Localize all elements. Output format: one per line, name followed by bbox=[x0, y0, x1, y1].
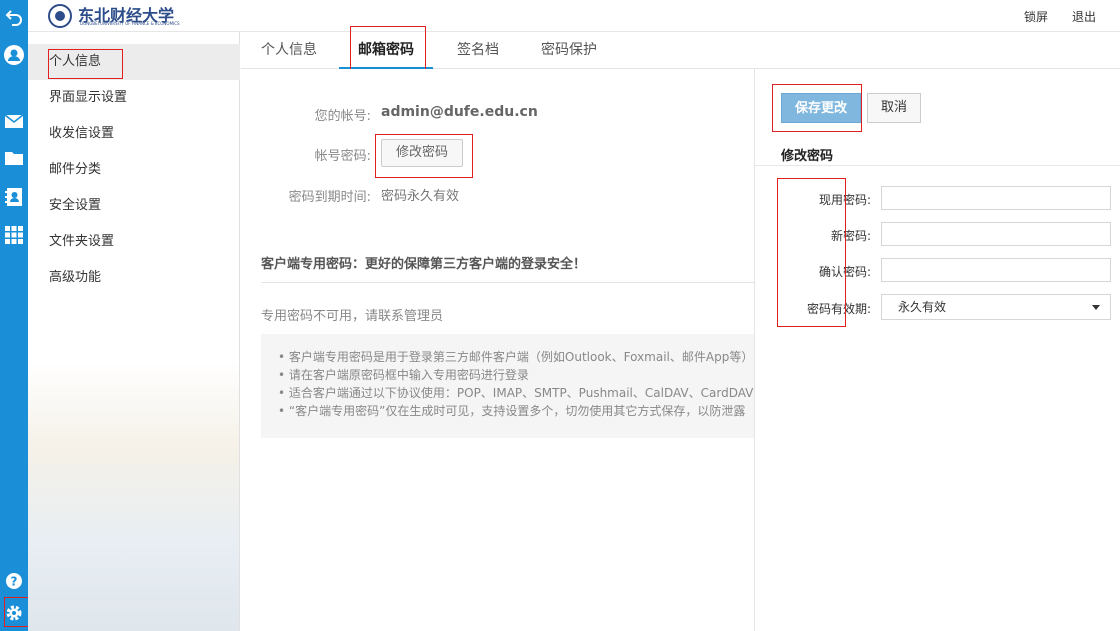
expiry-label: 密码到期时间: bbox=[288, 190, 371, 205]
validity-select[interactable]: 永久有效 bbox=[881, 294, 1111, 320]
left-rail: ? bbox=[0, 0, 28, 631]
tip-item: • 请在客户端原密码框中输入专用密码进行登录 bbox=[278, 368, 529, 382]
nav-item-folder-settings[interactable]: 文件夹设置 bbox=[28, 224, 240, 260]
panel-title: 修改密码 bbox=[781, 149, 834, 164]
expiry-value: 密码永久有效 bbox=[381, 189, 460, 204]
change-password-panel: 保存更改 取消 修改密码 现用密码: 新密码: 确认密码: 密码有效期: 永久有… bbox=[754, 69, 1120, 631]
nav-item-send-receive-settings[interactable]: 收发信设置 bbox=[28, 116, 240, 152]
password-content: 您的帐号: admin@dufe.edu.cn 帐号密码: 修改密码 密码到期时… bbox=[241, 69, 754, 631]
nav-item-security-settings[interactable]: 安全设置 bbox=[28, 188, 240, 224]
university-seal-icon bbox=[48, 4, 72, 28]
section-divider bbox=[261, 282, 754, 283]
logout-link[interactable]: 退出 bbox=[1072, 8, 1096, 25]
nav-item-mail-categories[interactable]: 邮件分类 bbox=[28, 152, 240, 188]
highlight-box-gear bbox=[4, 597, 30, 627]
folder-icon[interactable] bbox=[3, 147, 25, 169]
topbar: 东北财经大学 DONGBEI UNIVERSITY OF FINANCE & E… bbox=[28, 0, 1120, 32]
account-value: admin@dufe.edu.cn bbox=[381, 104, 538, 120]
tab-password-protection[interactable]: 密码保护 bbox=[531, 32, 607, 69]
tip-item: • 适合客户端通过以下协议使用：POP、IMAP、SMTP、Pushmail、C… bbox=[278, 386, 754, 400]
lock-screen-link[interactable]: 锁屏 bbox=[1024, 8, 1048, 25]
highlight-box-save bbox=[772, 84, 862, 132]
highlight-box-change-password bbox=[375, 134, 473, 178]
client-password-title: 客户端专用密码：更好的保障第三方客户端的登录安全！ bbox=[261, 257, 587, 272]
help-icon[interactable]: ? bbox=[3, 570, 25, 592]
highlight-box-field-labels bbox=[777, 178, 846, 327]
password-label: 帐号密码: bbox=[314, 149, 371, 164]
new-password-input[interactable] bbox=[881, 222, 1111, 246]
current-password-input[interactable] bbox=[881, 186, 1111, 210]
panel-divider bbox=[755, 165, 1120, 166]
account-label: 您的帐号: bbox=[314, 109, 371, 124]
highlight-box-personal-info bbox=[48, 49, 123, 79]
client-password-tips: • 客户端专用密码是用于登录第三方邮件客户端（例如Outlook、Foxmail… bbox=[261, 334, 754, 438]
svg-text:?: ? bbox=[11, 575, 18, 589]
mail-icon[interactable] bbox=[3, 110, 25, 132]
contacts-icon[interactable] bbox=[3, 186, 25, 208]
cancel-button[interactable]: 取消 bbox=[867, 93, 921, 123]
apps-icon[interactable] bbox=[3, 224, 25, 246]
tab-signature[interactable]: 签名档 bbox=[445, 32, 511, 69]
back-icon[interactable] bbox=[3, 6, 25, 28]
chevron-down-icon bbox=[1092, 305, 1100, 310]
tab-personal-info[interactable]: 个人信息 bbox=[253, 32, 325, 69]
confirm-password-input[interactable] bbox=[881, 258, 1111, 282]
avatar-icon[interactable] bbox=[3, 44, 25, 66]
validity-selected-value: 永久有效 bbox=[898, 300, 947, 314]
tip-item: • 客户端专用密码是用于登录第三方邮件客户端（例如Outlook、Foxmail… bbox=[278, 350, 754, 364]
client-password-notice: 专用密码不可用，请联系管理员 bbox=[261, 309, 444, 324]
nav-item-advanced-features[interactable]: 高级功能 bbox=[28, 260, 240, 296]
settings-nav: 个人信息 界面显示设置 收发信设置 邮件分类 安全设置 文件夹设置 高级功能 bbox=[28, 32, 240, 631]
tip-item: • “客户端专用密码”仅在生成时可见，支持设置多个，切勿使用其它方式保存，以防泄… bbox=[278, 404, 746, 418]
logo-subtext: DONGBEI UNIVERSITY OF FINANCE & ECONOMIC… bbox=[80, 21, 180, 26]
highlight-box-mailbox-password-tab bbox=[350, 26, 426, 72]
nav-item-display-settings[interactable]: 界面显示设置 bbox=[28, 80, 240, 116]
